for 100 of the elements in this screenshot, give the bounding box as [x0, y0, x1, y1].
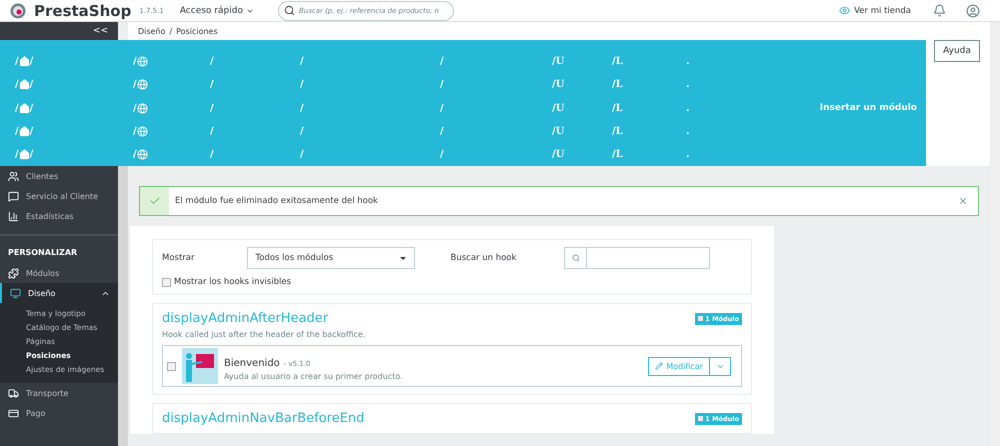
glyph-text: / [440, 79, 444, 90]
glyph-text: / [210, 79, 214, 90]
glyph-text: / [440, 102, 444, 114]
sidebar-item[interactable]: Módulos [0, 263, 118, 283]
sidebar-item[interactable]: Diseño [0, 283, 118, 303]
sidebar-item[interactable]: Estadísticas [0, 206, 118, 226]
glyph-text: / [133, 126, 137, 137]
glyph-text: / [15, 102, 19, 114]
menu-icon [8, 388, 19, 398]
glyph-text: / [133, 148, 137, 160]
menu-label: Clientes [26, 172, 60, 180]
glyph-text: / [440, 56, 444, 68]
glyph-text: / [300, 126, 304, 137]
glyph-text: / [300, 79, 304, 90]
glyph-text: . [686, 126, 690, 137]
glyph-text: / [440, 126, 444, 137]
glyph-text: . [686, 79, 690, 90]
home-icon [18, 126, 30, 137]
glyph-text: /L [612, 102, 623, 114]
globe-icon [136, 79, 148, 90]
glyph-text: . [686, 102, 690, 114]
menu-label: Estadísticas [26, 212, 75, 220]
glyph-text: . [686, 56, 690, 68]
glyph-text: /L [612, 56, 623, 68]
glyph-text: / [300, 148, 304, 160]
sidebar-item[interactable]: Servicio al Cliente [0, 186, 118, 206]
module-description: Ayuda al usuario a crear su primer producto. [224, 372, 404, 381]
glyph-text: / [30, 56, 34, 68]
search-hook-label: Buscar un hook [450, 253, 516, 263]
menu-label: Módulos [26, 268, 60, 278]
glyph-text: / [300, 56, 304, 68]
glyph-text: /U [552, 79, 564, 90]
glyph-text: /U [552, 102, 564, 114]
scrollbar[interactable] [990, 22, 1000, 446]
glyph-text: / [30, 148, 34, 160]
glyph-text: /U [552, 126, 564, 137]
menu-label: Servicio al Cliente [26, 192, 100, 200]
glyph-text: / [300, 102, 304, 114]
module-filter-select[interactable]: Todos los módulos [246, 247, 414, 269]
menu-icon [8, 210, 19, 222]
glyph-text: / [15, 148, 19, 160]
menu-icon [8, 170, 19, 182]
logo-text[interactable]: PrestaShop [34, 2, 132, 20]
user-icon[interactable] [966, 4, 980, 18]
menu-icon [8, 268, 19, 278]
module-logo-icon [182, 348, 218, 384]
globe-icon [136, 56, 148, 68]
hook-description: Hook called just after the header of the backoffice. [162, 330, 366, 339]
glyph-text: / [133, 102, 137, 114]
glyph-text: /U [552, 56, 564, 68]
logo-icon [10, 2, 26, 18]
home-icon [18, 79, 30, 90]
scrollbar[interactable] [118, 166, 128, 446]
collapse-button[interactable]: << [92, 22, 108, 40]
glyph-text: /L [612, 148, 623, 160]
checkbox[interactable] [167, 362, 176, 370]
glyph-text: / [30, 126, 34, 137]
glyph-text: / [15, 56, 19, 68]
breadcrumb-separator: / [169, 26, 172, 36]
glyph-text: /U [552, 148, 564, 160]
glyph-text: / [15, 79, 19, 90]
glyph-text: / [30, 102, 34, 114]
sidebar-item[interactable]: Transporte [0, 383, 118, 403]
menu-label: Pago [26, 408, 46, 418]
glyph-text: / [210, 102, 214, 114]
menu-label: Transporte [26, 388, 70, 398]
bell-icon[interactable] [933, 4, 946, 17]
glyph-text: / [133, 79, 137, 90]
caret-icon [400, 256, 406, 260]
hook-search-field[interactable] [564, 247, 710, 269]
hook-name: displayAdminAfterHeader [162, 311, 328, 326]
glyph-text: / [440, 148, 444, 160]
sidebar-item[interactable]: Pago [0, 403, 118, 423]
menu-icon [10, 288, 21, 298]
help-button[interactable]: Ayuda [934, 40, 980, 62]
checkbox[interactable] [162, 278, 171, 286]
hook-name: displayAdminNavBarBeforeEnd [162, 411, 364, 426]
close-icon[interactable] [958, 196, 968, 206]
alert-message: El módulo fue eliminado exitosamente del hook [175, 196, 379, 206]
glyph-text: / [30, 79, 34, 90]
glyph-text: /L [612, 126, 623, 137]
view-store-link[interactable]: Ver mi tienda [839, 5, 911, 16]
quick-access-menu[interactable]: Acceso rápido [180, 6, 254, 16]
sidebar-item[interactable]: Clientes [0, 166, 118, 186]
glyph-text: / [210, 148, 214, 160]
eye-icon [839, 5, 850, 16]
breadcrumb-link[interactable]: Posiciones [176, 26, 218, 36]
home-icon [18, 56, 30, 68]
menu-label: Diseño [28, 288, 56, 298]
search-icon [284, 4, 295, 16]
checkbox-label: Mostrar los hooks invisibles [174, 277, 292, 287]
glyph-text: / [15, 126, 19, 137]
menu-icon [8, 190, 19, 202]
glyph-text: / [133, 56, 137, 68]
dropdown-button[interactable] [710, 356, 731, 376]
breadcrumb-link[interactable]: Diseño [138, 26, 166, 36]
glyph-text: / [210, 126, 214, 137]
glyph-text: /L [612, 79, 623, 90]
search-icon [572, 254, 580, 262]
glyph-text: / [210, 56, 214, 68]
